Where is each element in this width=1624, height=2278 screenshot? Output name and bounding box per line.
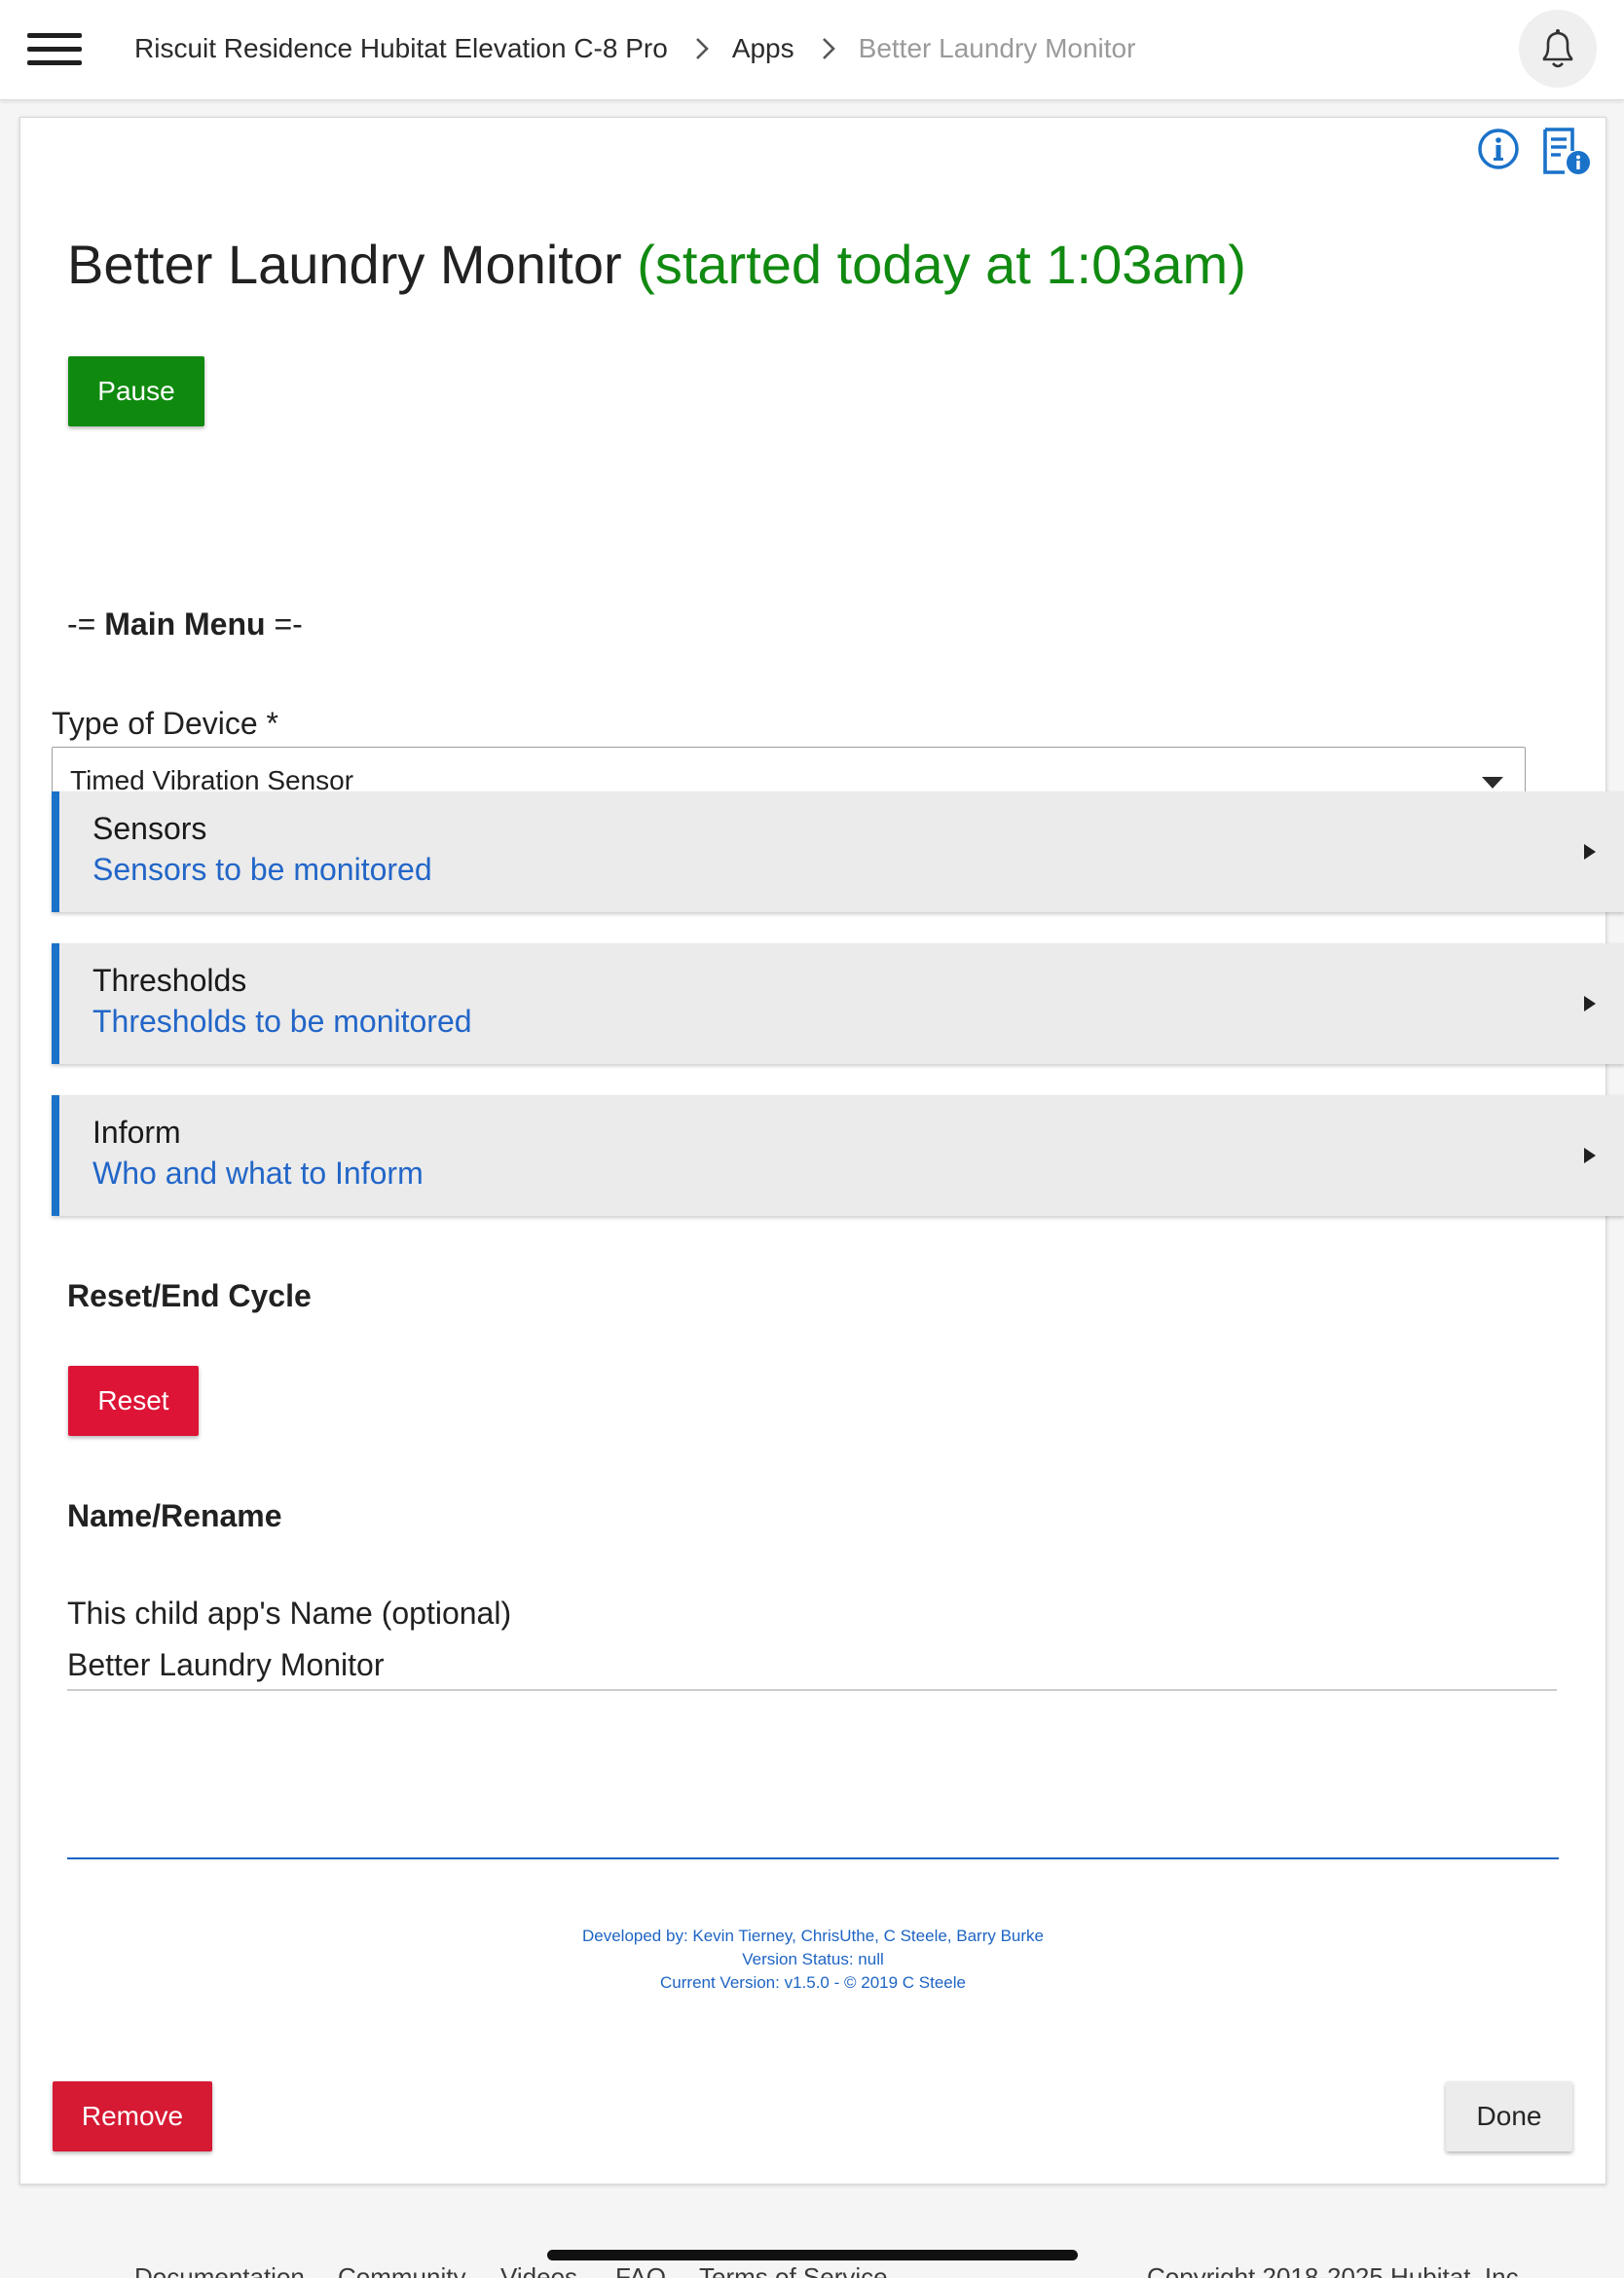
current-version-text: Current Version: v1.5.0 - © 2019 C Steel… <box>660 1973 966 1992</box>
footer-link-videos[interactable]: Videos <box>500 2262 577 2278</box>
dropdown-caret-icon <box>1482 777 1503 789</box>
app-credits: Developed by: Kevin Tierney, ChrisUthe, … <box>67 1925 1559 1995</box>
section-thresholds[interactable]: Thresholds Thresholds to be monitored <box>52 943 1624 1064</box>
app-status: (started today at 1:03am) <box>637 234 1246 295</box>
rename-heading: Name/Rename <box>67 1498 282 1533</box>
top-app-bar: Riscuit Residence Hubitat Elevation C-8 … <box>0 0 1624 100</box>
home-indicator[interactable] <box>547 2250 1078 2260</box>
device-type-label: Type of Device * <box>52 706 278 741</box>
main-menu-label: Main Menu <box>104 606 266 642</box>
app-name-label: This child app's Name (optional) <box>67 1596 512 1631</box>
reset-button[interactable]: Reset <box>68 1366 199 1436</box>
footer-copyright: Copyright 2018-2025 Hubitat, Inc. <box>1147 2262 1526 2278</box>
done-button[interactable]: Done <box>1446 2081 1572 2151</box>
divider <box>67 1857 1559 1859</box>
section-inform[interactable]: Inform Who and what to Inform <box>52 1095 1624 1216</box>
app-logs-info-icon[interactable] <box>1539 126 1594 176</box>
breadcrumb: Riscuit Residence Hubitat Elevation C-8 … <box>134 0 1135 97</box>
app-name-input[interactable] <box>67 1640 1557 1691</box>
hamburger-menu-icon[interactable] <box>21 25 90 72</box>
expand-arrow-icon <box>1584 844 1596 860</box>
chevron-right-icon <box>695 37 709 60</box>
developers-text: Developed by: Kevin Tierney, ChrisUthe, … <box>581 1927 1044 1945</box>
section-title: Inform <box>92 1115 181 1150</box>
chevron-right-icon <box>822 37 835 60</box>
expand-arrow-icon <box>1584 1148 1596 1163</box>
breadcrumb-current-app: Better Laundry Monitor <box>858 33 1136 63</box>
expand-arrow-icon <box>1584 996 1596 1011</box>
main-menu-prefix: -= <box>67 606 105 642</box>
pause-button[interactable]: Pause <box>68 356 204 426</box>
footer-link-terms[interactable]: Terms of Service <box>699 2262 888 2278</box>
footer-link-community[interactable]: Community <box>338 2262 465 2278</box>
app-config-card: Better Laundry Monitor (started today at… <box>19 117 1624 2185</box>
main-menu-suffix: =- <box>265 606 303 642</box>
section-title: Thresholds <box>92 963 247 998</box>
breadcrumb-apps[interactable]: Apps <box>732 33 794 64</box>
main-menu-heading: -= Main Menu =- <box>67 606 303 643</box>
section-description: Who and what to Inform <box>92 1156 424 1191</box>
reset-cycle-heading: Reset/End Cycle <box>67 1278 312 1313</box>
section-description: Sensors to be monitored <box>92 852 432 887</box>
info-icon[interactable] <box>1475 126 1522 172</box>
section-sensors[interactable]: Sensors Sensors to be monitored <box>52 791 1624 912</box>
page-title: Better Laundry Monitor (started today at… <box>67 232 1246 297</box>
footer-link-documentation[interactable]: Documentation <box>134 2262 305 2278</box>
remove-button[interactable]: Remove <box>53 2081 212 2151</box>
breadcrumb-hub[interactable]: Riscuit Residence Hubitat Elevation C-8 … <box>134 33 668 64</box>
version-status-text: Version Status: null <box>742 1950 884 1968</box>
section-description: Thresholds to be monitored <box>92 1004 472 1039</box>
section-title: Sensors <box>92 811 207 846</box>
notifications-bell-icon[interactable] <box>1519 10 1597 88</box>
app-name: Better Laundry Monitor <box>67 234 622 295</box>
footer-link-faq[interactable]: FAQ <box>615 2262 666 2278</box>
